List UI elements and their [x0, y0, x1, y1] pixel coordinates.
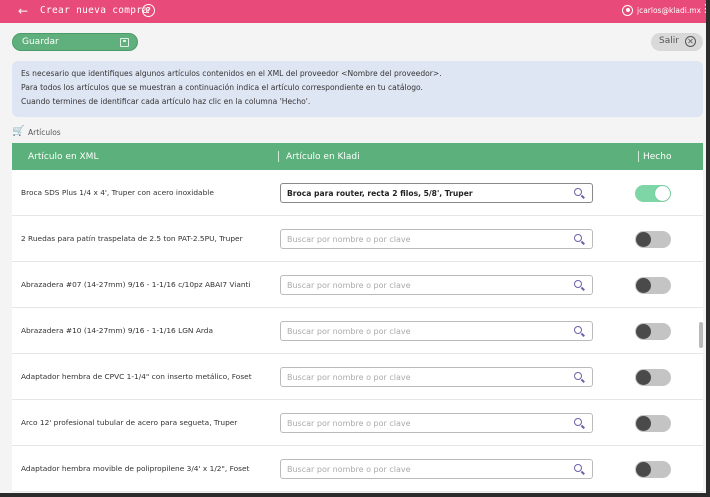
search-icon[interactable] — [574, 188, 582, 196]
search-icon[interactable] — [574, 418, 582, 426]
selected-article: Broca para router, recta 2 filos, 5/8', … — [287, 189, 473, 198]
column-divider — [278, 151, 279, 162]
kladi-article-search-input[interactable]: Buscar por nombre o por clave — [280, 229, 593, 249]
toggle-knob — [636, 232, 651, 247]
xml-article-name: Arco 12' profesional tubular de acero pa… — [21, 418, 238, 427]
top-bar: ← Crear nueva compra ? jcarlos@kladi.mx … — [0, 0, 706, 23]
table-row: Broca SDS Plus 1/4 x 4', Truper con acer… — [12, 170, 703, 216]
table-row: Abrazadera #07 (14-27mm) 9/16 - 1-1/16 c… — [12, 262, 703, 308]
search-placeholder: Buscar por nombre o por clave — [287, 235, 411, 244]
column-divider — [638, 151, 639, 162]
save-button-label: Guardar — [22, 37, 59, 47]
kladi-article-search-input[interactable]: Broca para router, recta 2 filos, 5/8', … — [280, 183, 593, 203]
toggle-knob — [636, 324, 651, 339]
search-icon[interactable] — [574, 326, 582, 334]
done-toggle[interactable] — [635, 277, 671, 294]
close-icon: ✕ — [685, 36, 696, 47]
kladi-article-search-input[interactable]: Buscar por nombre o por clave — [280, 275, 593, 295]
kladi-article-search-input[interactable]: Buscar por nombre o por clave — [280, 459, 593, 479]
table-row: Adaptador hembra movible de polipropilen… — [12, 446, 703, 492]
exit-button-label: Salir — [659, 36, 679, 46]
search-placeholder: Buscar por nombre o por clave — [287, 373, 411, 382]
search-icon[interactable] — [574, 234, 582, 242]
kladi-article-search-input[interactable]: Buscar por nombre o por clave — [280, 413, 593, 433]
xml-article-name: Broca SDS Plus 1/4 x 4', Truper con acer… — [21, 188, 214, 197]
done-toggle[interactable] — [635, 415, 671, 432]
back-arrow-icon[interactable]: ← — [18, 4, 28, 18]
cart-icon: 🛒 — [12, 126, 25, 137]
save-icon — [120, 38, 129, 47]
xml-article-name: Abrazadera #10 (14-27mm) 9/16 - 1-1/16 L… — [21, 326, 213, 335]
table-row: Abrazadera #10 (14-27mm) 9/16 - 1-1/16 L… — [12, 308, 703, 354]
instructions-box: Es necesario que identifiques algunos ar… — [12, 61, 703, 117]
search-placeholder: Buscar por nombre o por clave — [287, 419, 411, 428]
toggle-knob — [655, 186, 670, 201]
scrollbar[interactable] — [699, 322, 703, 348]
page-title: Crear nueva compra — [40, 5, 149, 16]
kladi-article-search-input[interactable]: Buscar por nombre o por clave — [280, 321, 593, 341]
more-menu-icon[interactable]: ⋮ — [700, 3, 706, 14]
table-header: Artículo en XML Artículo en Kladi Hecho — [12, 143, 703, 170]
instructions-line-2: Para todos los artículos que se muestran… — [21, 83, 423, 92]
search-placeholder: Buscar por nombre o por clave — [287, 281, 411, 290]
xml-article-name: 2 Ruedas para patín traspelata de 2.5 to… — [21, 234, 243, 243]
column-header-kladi: Artículo en Kladi — [286, 152, 360, 162]
search-placeholder: Buscar por nombre o por clave — [287, 327, 411, 336]
table-row: Adaptador hembra de CPVC 1-1/4" con inse… — [12, 354, 703, 400]
xml-article-name: Adaptador hembra de CPVC 1-1/4" con inse… — [21, 372, 252, 381]
instructions-line-1: Es necesario que identifiques algunos ar… — [21, 69, 442, 78]
done-toggle[interactable] — [635, 185, 671, 202]
search-icon[interactable] — [574, 280, 582, 288]
search-icon[interactable] — [574, 464, 582, 472]
done-toggle[interactable] — [635, 369, 671, 386]
table-row: 2 Ruedas para patín traspelata de 2.5 to… — [12, 216, 703, 262]
kladi-article-search-input[interactable]: Buscar por nombre o por clave — [280, 367, 593, 387]
app-window: ← Crear nueva compra ? jcarlos@kladi.mx … — [0, 0, 710, 497]
toggle-knob — [636, 416, 651, 431]
instructions-line-3: Cuando termines de identificar cada artí… — [21, 97, 311, 106]
user-icon — [622, 5, 633, 16]
help-icon[interactable]: ? — [142, 4, 155, 17]
toggle-knob — [636, 462, 651, 477]
search-placeholder: Buscar por nombre o por clave — [287, 465, 411, 474]
done-toggle[interactable] — [635, 231, 671, 248]
xml-article-name: Abrazadera #07 (14-27mm) 9/16 - 1-1/16 c… — [21, 280, 251, 289]
toggle-knob — [636, 370, 651, 385]
column-header-done: Hecho — [643, 152, 672, 162]
done-toggle[interactable] — [635, 323, 671, 340]
user-email[interactable]: jcarlos@kladi.mx — [637, 6, 701, 15]
save-button[interactable]: Guardar — [12, 33, 138, 51]
column-header-xml: Artículo en XML — [28, 152, 99, 162]
toggle-knob — [636, 278, 651, 293]
exit-button[interactable]: Salir ✕ — [651, 33, 703, 51]
search-icon[interactable] — [574, 372, 582, 380]
xml-article-name: Adaptador hembra movible de polipropilen… — [21, 464, 250, 473]
table-row: Arco 12' profesional tubular de acero pa… — [12, 400, 703, 446]
done-toggle[interactable] — [635, 461, 671, 478]
section-label: Artículos — [28, 128, 61, 137]
